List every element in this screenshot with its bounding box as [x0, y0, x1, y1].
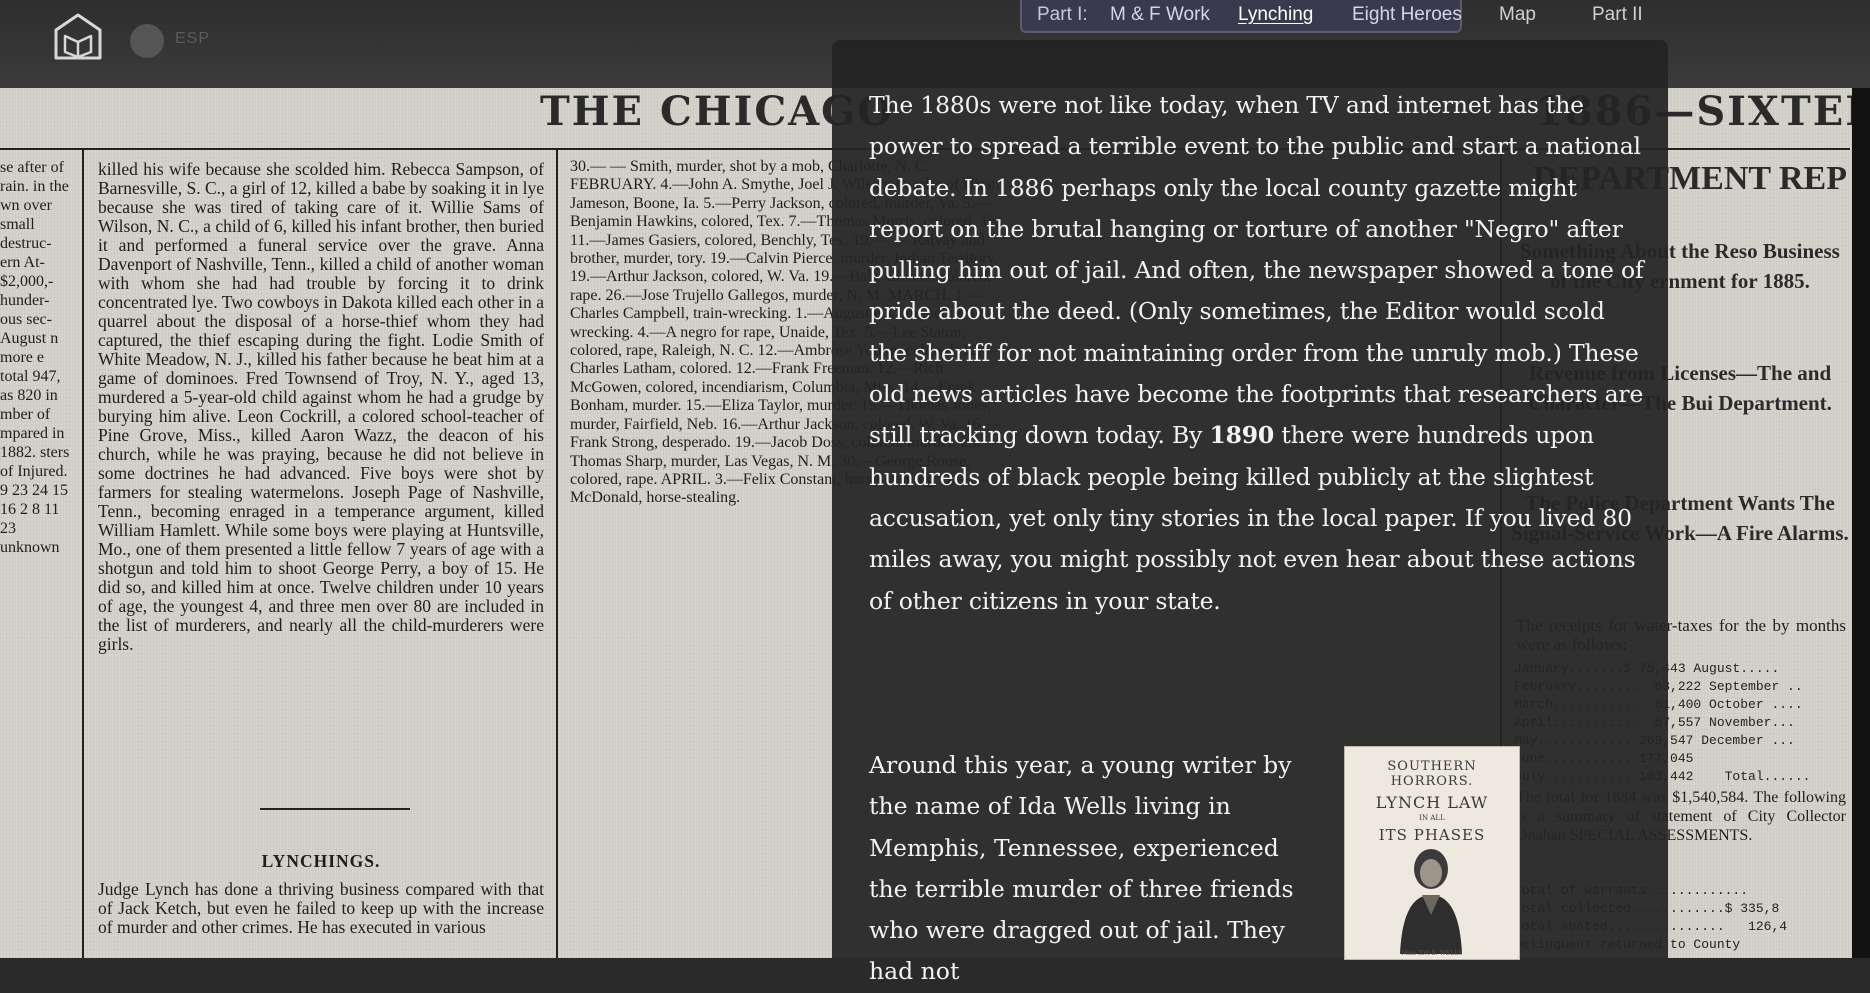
- nav-item-lynching[interactable]: Lynching: [1238, 4, 1313, 26]
- nav-item-map[interactable]: Map: [1499, 4, 1536, 26]
- nav-part1-group: Part I: M & F Work Lynching Eight Heroes: [1020, 0, 1462, 33]
- column-rule: [82, 150, 84, 958]
- lynchings-heading: LYNCHINGS.: [261, 852, 381, 871]
- home-book-icon: [54, 13, 102, 60]
- language-label[interactable]: ESP: [175, 30, 210, 48]
- story-paragraph-1: The 1880s were not like today, when TV a…: [869, 85, 1649, 622]
- story-p1-start: The 1880s were not like today, when TV a…: [869, 91, 1644, 450]
- nav-part1-label: Part I:: [1037, 4, 1088, 25]
- home-button[interactable]: [52, 12, 104, 62]
- language-toggle[interactable]: [130, 24, 164, 58]
- book-caption: Miss IDA B. WELLS: [1401, 950, 1463, 957]
- story-p1-end: there were hundreds upon hundreds of bla…: [869, 421, 1636, 615]
- story-paragraph-2: Around this year, a young writer by the …: [869, 751, 1294, 986]
- newspaper-column-b-tail: Judge Lynch has done a thriving business…: [98, 880, 544, 937]
- southern-horrors-book-cover[interactable]: SOUTHERN HORRORS. LYNCH LAW IN ALL ITS P…: [1344, 746, 1520, 960]
- book-title-line-2: LYNCH LAW: [1375, 793, 1489, 812]
- nav-item-eight-heroes[interactable]: Eight Heroes: [1352, 4, 1462, 26]
- newspaper-column-a: se after of rain. in the wn over small d…: [0, 159, 70, 556]
- newspaper-column-b: killed his wife because she scolded him.…: [98, 160, 544, 654]
- column-rule: [556, 150, 558, 958]
- ida-wells-portrait: [1400, 849, 1462, 954]
- nav-item-part-ii[interactable]: Part II: [1592, 4, 1643, 26]
- story-panel: The 1880s were not like today, when TV a…: [832, 40, 1668, 985]
- section-rule: [260, 808, 410, 810]
- book-title-line-1: SOUTHERN HORRORS.: [1387, 759, 1477, 789]
- nav-item-mf-work[interactable]: M & F Work: [1110, 4, 1210, 26]
- story-year-1890: 1890: [1209, 421, 1275, 450]
- page-edge: [1852, 88, 1870, 958]
- book-title-line-3: IN ALL: [1419, 814, 1445, 822]
